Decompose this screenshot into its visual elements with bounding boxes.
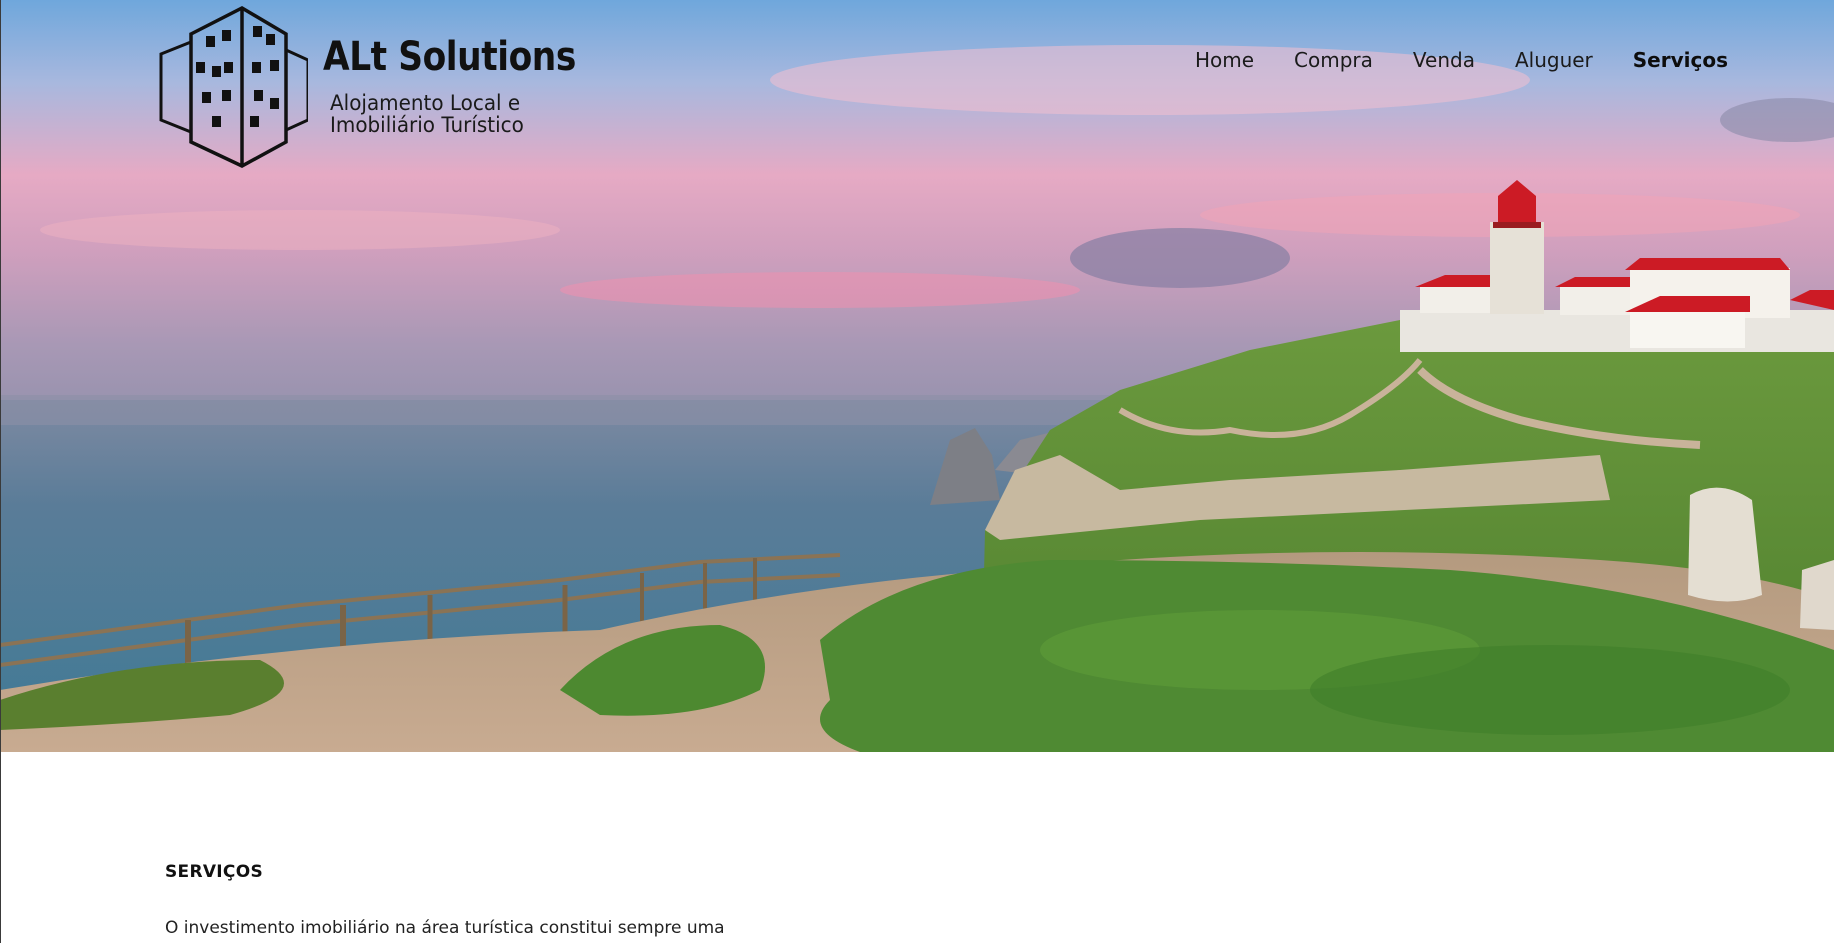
brand-subtitle-line2: Imobiliário Turístico <box>330 113 524 137</box>
brand-title: ALt Solutions <box>323 34 576 80</box>
page: ALt Solutions Alojamento Local e Imobili… <box>0 0 1834 943</box>
services-section: SERVIÇOS O investimento imobiliário na á… <box>165 862 1065 938</box>
nav-servicos[interactable]: Serviços <box>1633 48 1728 72</box>
page-border <box>0 0 1 943</box>
brand-subtitle: Alojamento Local e Imobiliário Turístico <box>330 92 524 136</box>
nav-home[interactable]: Home <box>1195 48 1254 72</box>
nav-compra[interactable]: Compra <box>1294 48 1373 72</box>
nav-venda[interactable]: Venda <box>1413 48 1475 72</box>
nav-aluguer[interactable]: Aluguer <box>1515 48 1593 72</box>
brand-subtitle-line1: Alojamento Local e <box>330 91 521 115</box>
main-nav: Home Compra Venda Aluguer Serviços <box>1195 48 1728 72</box>
buildings-logo-icon <box>159 6 310 168</box>
section-title: SERVIÇOS <box>165 862 263 882</box>
section-text: O investimento imobiliário na área turís… <box>165 918 725 938</box>
brand-logo[interactable]: ALt Solutions Alojamento Local e Imobili… <box>158 4 576 168</box>
